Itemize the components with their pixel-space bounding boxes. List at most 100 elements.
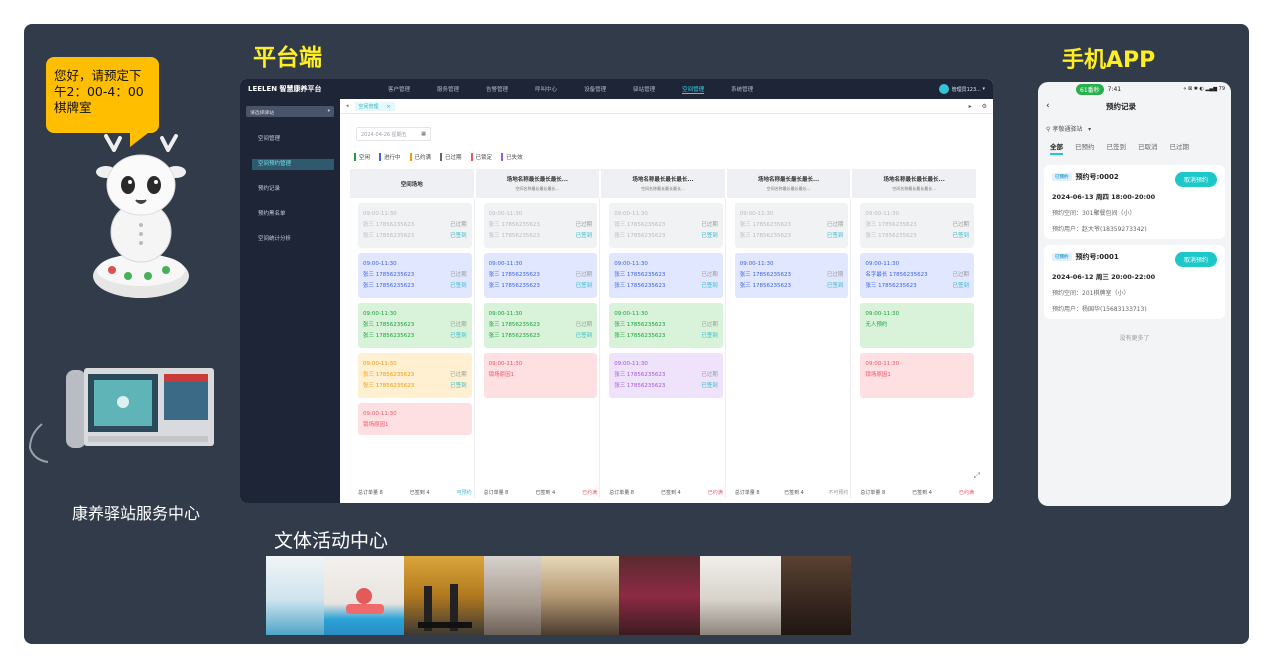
nav-item[interactable]: 驿站管理 [633,85,655,93]
column-header: 场地名称最长最长最长... 空间名称最长最长最长... [852,169,976,198]
reservation-slot[interactable]: 09:00-11:30 无人预约 [860,303,974,348]
filter-tab[interactable]: 已预约 [1075,141,1095,151]
back-icon[interactable]: ‹ [1046,101,1106,111]
column-divider [724,198,726,498]
nav-item[interactable]: 呼叫中心 [535,85,557,93]
slot-line: 张三 17856235623 已过期 [363,220,467,231]
filter-tab[interactable]: 已签到 [1107,141,1127,151]
availability-status: 已约满 [707,490,723,496]
reservation-card[interactable]: 已预约 预约号:0001 取消预约 2024-06-12 周三 20:00-22:… [1044,245,1225,319]
tab-space-management[interactable]: 空间管理 × [354,101,395,111]
slot-status: 已过期 [952,272,969,278]
reservation-slot[interactable]: 09:00-11:30 张三 17856235623 已过期 张三 178562356… [483,203,598,248]
reservation-space: 预约空间：201棋牌室（小） [1052,290,1130,297]
chevron-down-icon: ▾ [327,109,330,114]
column-subtitle: 空间名称最长最长最长... [515,186,560,191]
total-orders: 总订单量 8 [860,490,886,496]
station-selector[interactable]: ⚲ 孝敬通驿站 ▾ [1038,116,1231,141]
station-select[interactable]: 请选择驿站 ▾ [246,106,334,117]
chevron-right-icon[interactable]: ▸ [969,103,972,110]
legend-item: 进行中 [379,153,401,161]
reservation-slot[interactable]: 09:00-11:30 张三 17856235623 已过期 张三 178562356… [609,353,723,398]
reservation-slot[interactable]: 09:00-11:30 张三 17856235623 已过期 张三 178562356… [483,253,598,298]
nav-item[interactable]: 设备管理 [584,85,606,93]
slot-status: 已过期 [450,222,467,228]
slot-line: 张三 17856235623 已签到 [614,381,718,392]
legend-item: 已失效 [501,153,523,161]
legend-item: 已过期 [440,153,462,161]
user-menu[interactable]: 管理员123... ▾ [938,84,985,94]
close-icon[interactable]: × [387,104,391,110]
reservation-slot[interactable]: 09:00-11:30 张三 17856235623 已过期 张三 178562356… [483,303,598,348]
status-legend: 空闲 进行中 已约满 已过期 已锁定 已失效 [354,153,523,161]
sidebar-item-active[interactable]: 空间预约管理 [252,159,334,170]
filter-tab-all[interactable]: 全部 [1050,141,1063,155]
cancel-reservation-button[interactable]: 取消预约 [1174,172,1217,187]
slot-person: 张三 17856235623 [488,333,540,339]
date-picker[interactable]: 2024-04-26 星期五 ▦ [356,127,431,141]
lounge-photo [700,556,781,635]
sidebar-item[interactable]: 预约记录 [240,177,340,202]
slot-person: 锁场原因1 [488,372,515,378]
slot-line: 锁场原因1 [489,370,593,381]
reservation-slot[interactable]: 09:00-11:30 张三 17856235623 已过期 张三 178562356… [609,253,723,298]
filter-tab[interactable]: 已取消 [1138,141,1158,151]
reservation-slot[interactable]: 09:00-11:30 张三 17856235623 已过期 张三 178562356… [734,253,849,298]
total-orders: 总订单量 8 [609,490,634,496]
reservation-slot[interactable]: 09:00-11:30 张三 17856235623 已过期 张三 178562356… [358,203,472,248]
reservation-slot[interactable]: 09:00-11:30 张三 17856235623 已过期 张三 178562356… [734,203,849,248]
slot-line: 张三 17856235623 已过期 [363,320,467,331]
nav-item[interactable]: 告警管理 [486,85,508,93]
slot-status: 已签到 [826,283,844,289]
slot-status: 已过期 [575,222,593,228]
slot-line: 张三 17856235623 已过期 [363,270,467,281]
slot-person: 张三 17856235623 [614,233,666,239]
nav-item[interactable]: 服务管理 [437,85,459,93]
reservation-slot[interactable]: 09:00-11:30 张三 17856235623 已过期 张三 178562356… [358,303,472,348]
reservation-slot[interactable]: 09:00-11:30 张三 17856235623 已过期 张三 178562356… [860,203,974,248]
slot-line: 张三 17856235623 已签到 [614,231,718,242]
sidebar-item[interactable]: 空间管理 [240,127,340,152]
slot-line: 锁场原因1 [865,370,969,381]
nav-item-space-management[interactable]: 空间管理 [682,85,705,94]
chevron-left-icon[interactable]: ◂ [346,103,349,109]
signed-count: 已签到 4 [535,490,556,496]
reservation-slot[interactable]: 09:00-11:30 锁场原因1 [483,353,598,398]
slot-line: 张三 17856235623 已过期 [614,270,718,281]
slot-person: 张三 17856235623 [865,283,917,289]
tab-tools: ▸ ⚙ [969,103,987,110]
slot-status: 已签到 [575,233,593,239]
sidebar-item[interactable]: 预约黑名单 [240,202,340,227]
slot-time: 09:00-11:30 [363,411,397,417]
slot-line: 张三 17856235623 已签到 [865,281,969,292]
reservation-slot[interactable]: 09:00-11:30 张三 17856235623 已过期 张三 178562356… [358,253,472,298]
reservation-slot[interactable]: 09:00-11:30 名字最长 17856235623 已过期 张三 1785623… [860,253,974,298]
reservation-slot[interactable]: 09:00-11:30 锁场原因1 [860,353,974,398]
slot-person: 张三 17856235623 [363,272,415,278]
fullscreen-icon[interactable]: ⤢ [974,471,980,481]
filter-tab[interactable]: 已过期 [1170,141,1190,151]
slot-line: 张三 17856235623 已签到 [363,281,467,292]
reservation-user: 预约用户：赵大爷(18359273342) [1052,226,1147,233]
availability-status: 可预约 [456,490,472,496]
sidebar-item[interactable]: 空间统计分析 [240,227,340,252]
slot-person: 张三 17856235623 [363,383,415,389]
slot-line: 张三 17856235623 已签到 [489,281,593,292]
nav-item[interactable]: 客户管理 [388,85,410,93]
slot-time: 09:00-11:30 [363,261,397,267]
slot-time: 09:00-11:30 [739,211,774,217]
nav-item[interactable]: 系统管理 [731,85,753,93]
reservation-grid: 空间场地 场地名称最长最长最长... 空间名称最长最长最长... 场地名称最长最长最长… [350,169,982,498]
reservation-slot[interactable]: 09:00-11:30 张三 17856235623 已过期 张三 178562356… [609,303,723,348]
slot-line: 张三 17856235623 已过期 [363,370,467,381]
total-orders: 总订单量 8 [483,490,509,496]
slot-person: 张三 17856235623 [363,322,415,328]
reservation-slot[interactable]: 09:00-11:30 张三 17856235623 已过期 张三 178562356… [358,353,472,398]
reservation-card[interactable]: 已预约 预约号:0002 取消预约 2024-06-13 周四 18:00-20:… [1044,165,1225,239]
reservation-slot[interactable]: 09:00-11:30 锁场原因1 [358,403,472,435]
status-pill: 61番秒 [1076,83,1104,95]
gear-icon[interactable]: ⚙ [982,103,987,110]
column-title: 场地名称最长最长最长... [506,177,569,183]
cancel-reservation-button[interactable]: 取消预约 [1174,252,1217,267]
reservation-slot[interactable]: 09:00-11:30 张三 17856235623 已过期 张三 178562356… [609,203,723,248]
